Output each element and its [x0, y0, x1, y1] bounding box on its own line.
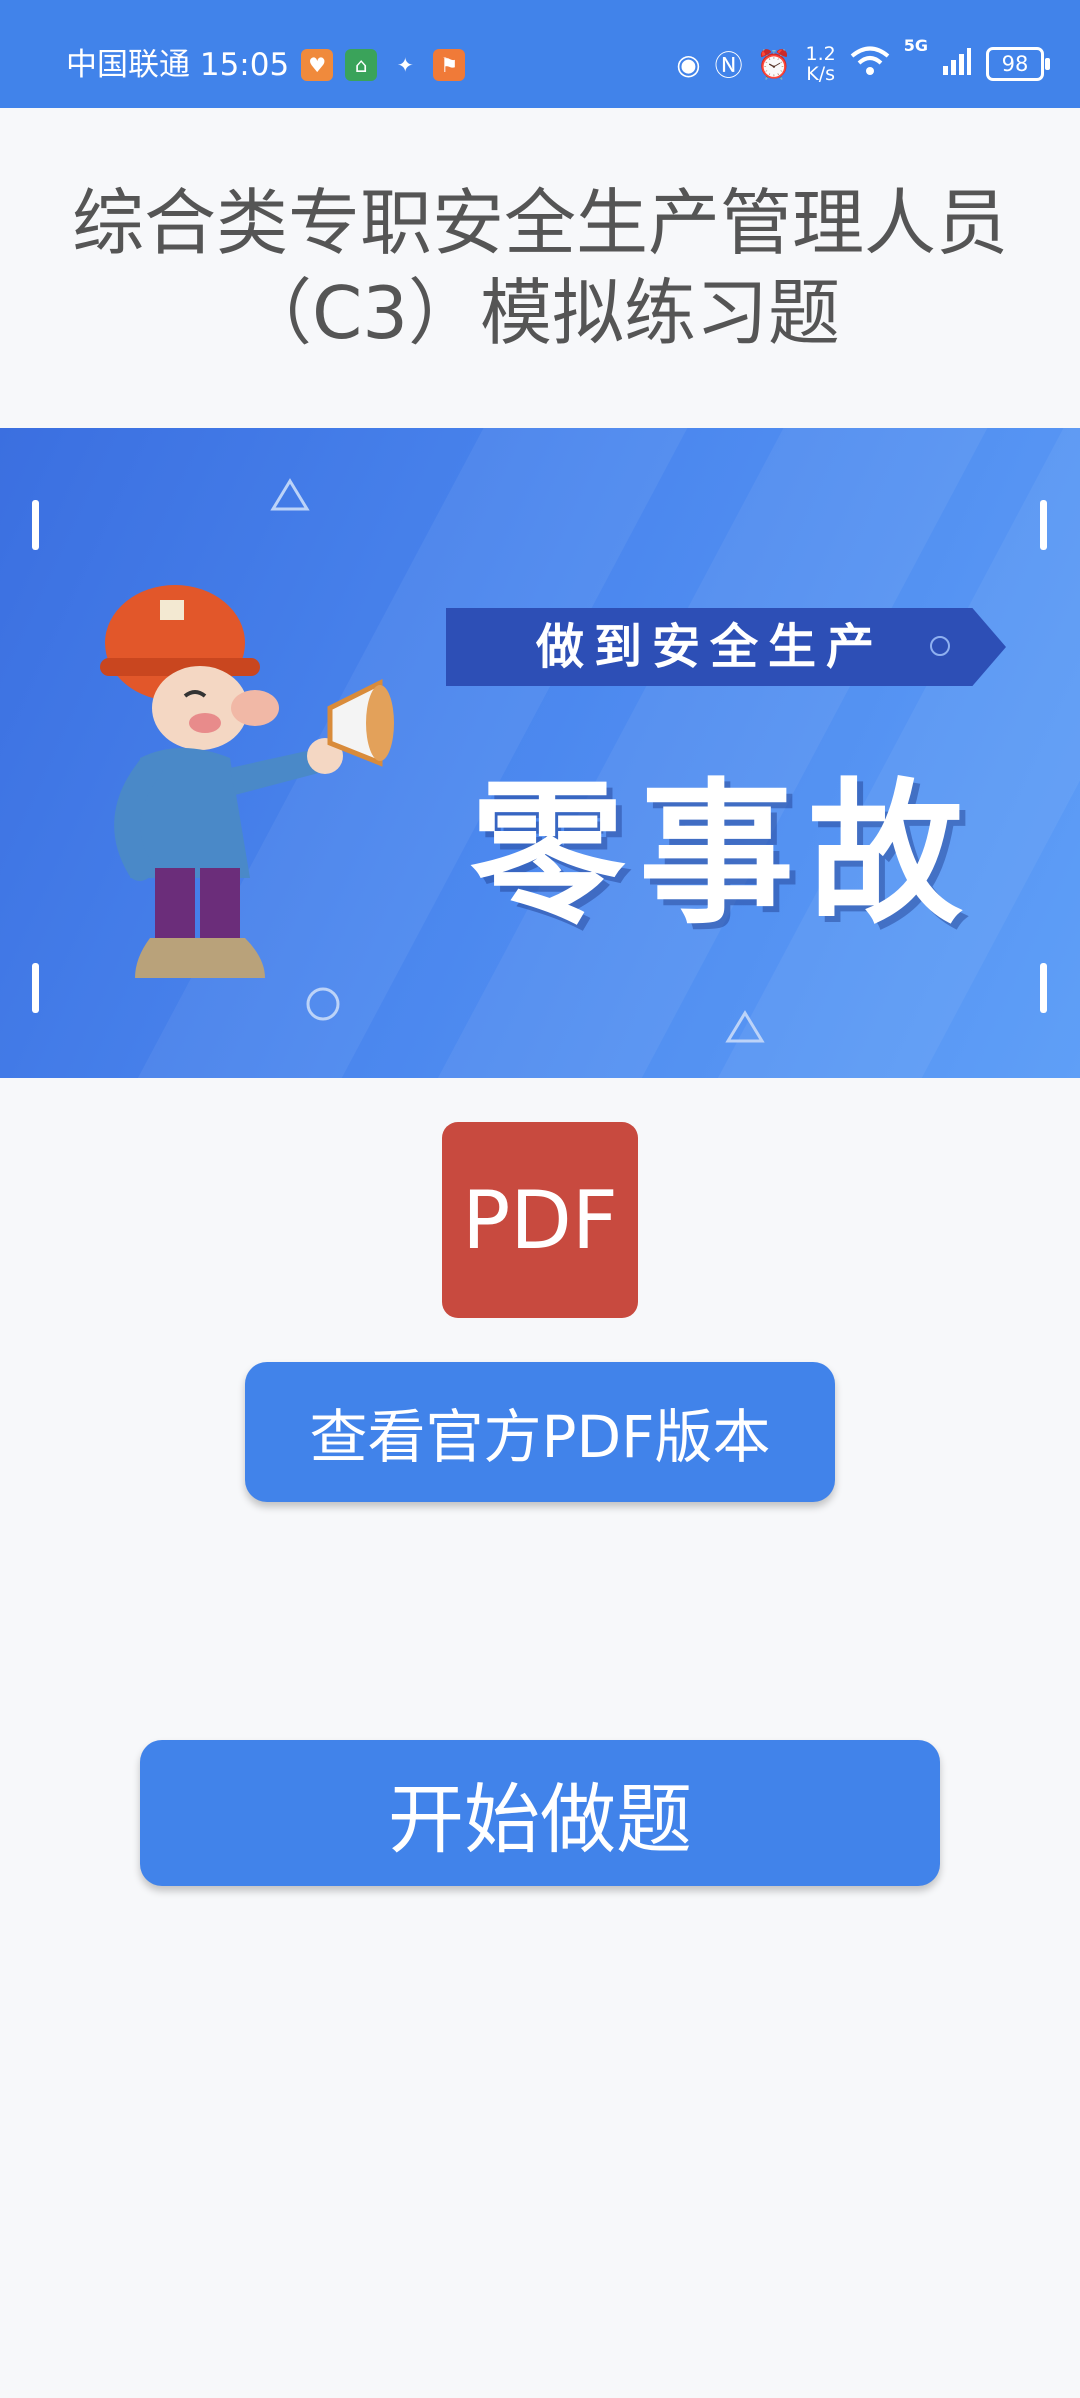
view-official-pdf-button[interactable]: 查看官方PDF版本: [245, 1362, 835, 1502]
pdf-icon-label: PDF: [462, 1173, 618, 1267]
start-quiz-button[interactable]: 开始做题: [140, 1740, 940, 1886]
corner-mark: [32, 963, 39, 1013]
page-title-text: 综合类专职安全生产管理人员（C3）模拟练习题: [71, 181, 1008, 355]
house-app-icon: ⌂: [345, 49, 378, 81]
eye-icon: ◉: [676, 47, 701, 81]
triangle-decoration: [725, 1010, 765, 1043]
worker-illustration: [100, 585, 394, 978]
wifi-icon: [850, 45, 890, 84]
corner-mark: [1040, 963, 1047, 1013]
pdf-icon[interactable]: PDF: [442, 1122, 638, 1318]
corner-mark: [1040, 500, 1047, 550]
banner-ribbon: 做到安全生产: [446, 608, 1006, 686]
nfc-icon: Ⓝ: [714, 49, 743, 82]
network-type: 5G: [903, 36, 928, 55]
safety-banner: 做到安全生产 零事故: [0, 428, 1080, 1078]
carrier-time: 中国联通 15:05: [66, 47, 290, 83]
banner-headline: 零事故: [470, 764, 977, 945]
signal-icon: [942, 46, 972, 83]
bird-app-icon: ✦: [396, 53, 414, 77]
status-bar: 中国联通 15:05 ♥ ⌂ ✦ ⚑ ◉ Ⓝ ⏰ 1.2 K/s 5G 98: [0, 0, 1080, 108]
corner-mark: [32, 500, 39, 550]
net-speed: 1.2 K/s: [806, 44, 836, 84]
triangle-decoration: [270, 478, 310, 511]
ribbon-dot: [930, 636, 950, 656]
net-speed-unit: K/s: [806, 63, 835, 85]
run-app-icon: ⚑: [433, 49, 466, 81]
alarm-icon: ⏰: [756, 47, 792, 81]
shield-app-icon: ♥: [301, 49, 334, 81]
page-title: 综合类专职安全生产管理人员（C3）模拟练习题: [0, 108, 1080, 428]
battery-level: 98: [1001, 52, 1029, 76]
net-speed-value: 1.2: [805, 43, 836, 65]
battery-icon: 98: [986, 47, 1050, 81]
